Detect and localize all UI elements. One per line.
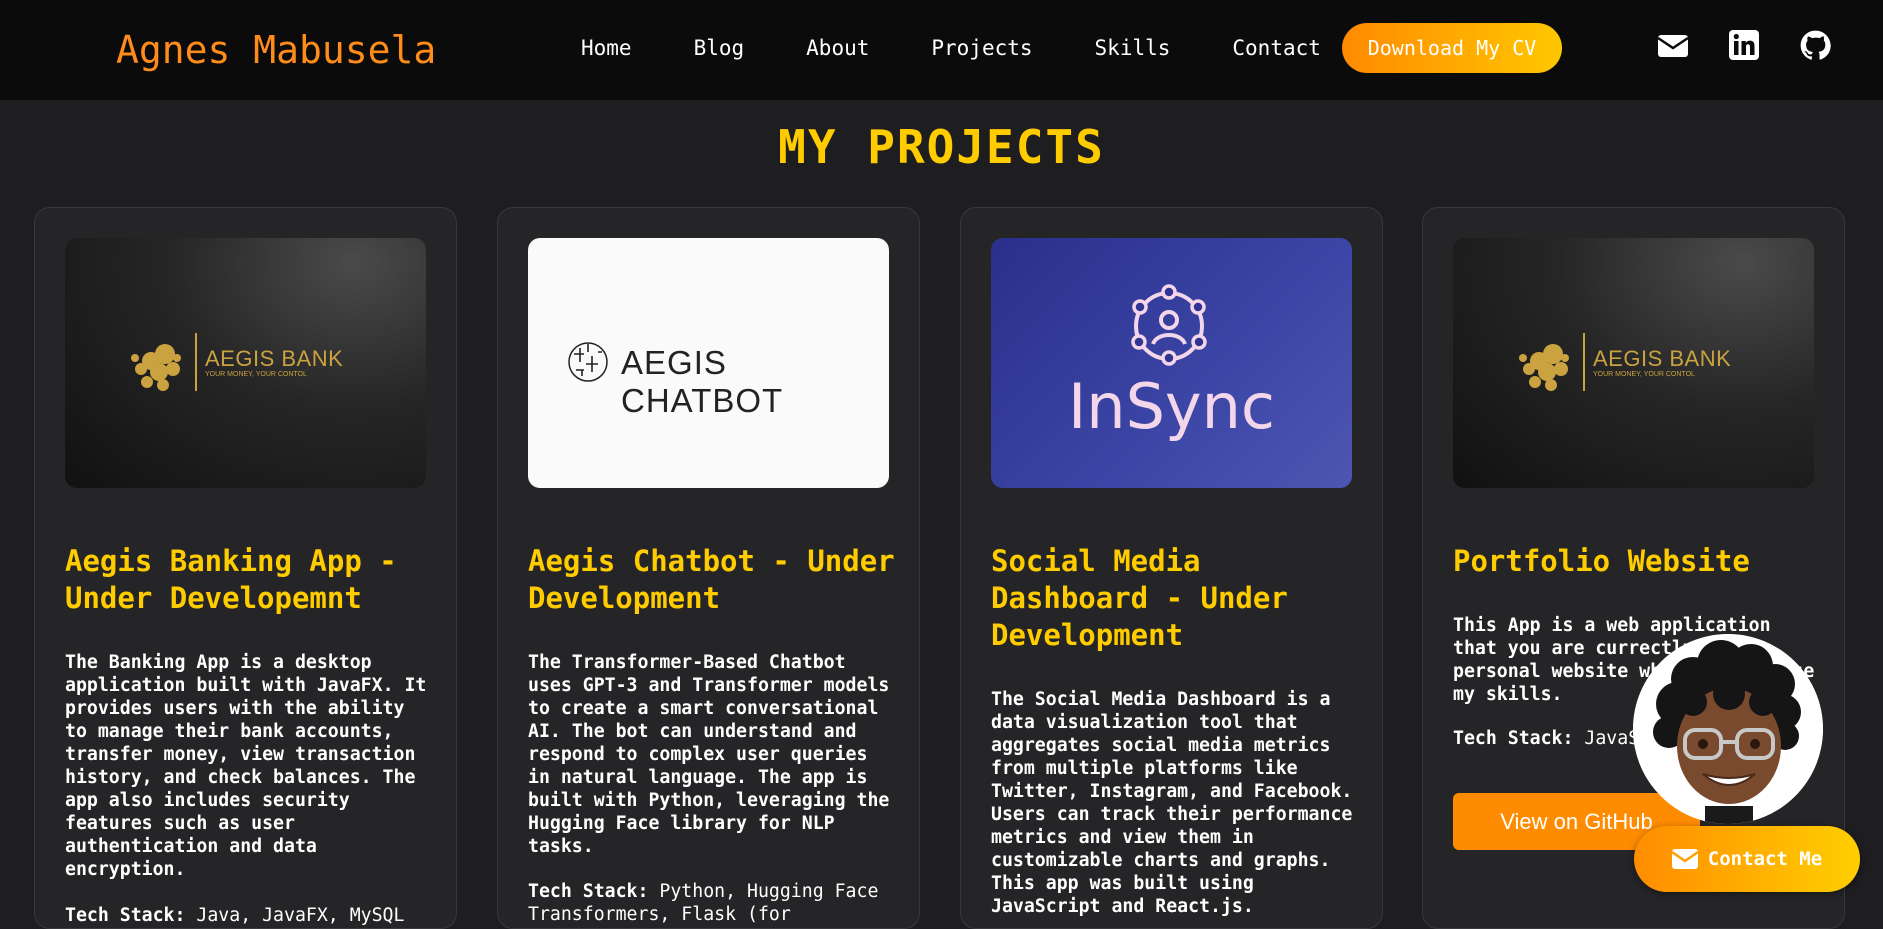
logo-text: AEGIS BANK xyxy=(1593,346,1732,371)
page-title: MY PROJECTS xyxy=(778,120,1105,174)
desc-highlight: GPT-3 xyxy=(582,675,638,696)
desc-text: . xyxy=(1242,896,1254,917)
tech-stack-label: Tech Stack: xyxy=(65,905,186,926)
memoji-avatar-image xyxy=(1633,634,1823,824)
desc-highlight: JavaFX xyxy=(316,675,383,696)
project-card: AEGIS BANK YOUR MONEY, YOUR CONTOL Portf… xyxy=(1422,207,1845,929)
project-title: Portfolio Website xyxy=(1453,544,1750,578)
tech-stack: Tech Stack: Python, Hugging Face Transfo… xyxy=(528,880,893,926)
tech-stack-label: Tech Stack: xyxy=(528,881,649,902)
avatar[interactable] xyxy=(1633,634,1823,824)
project-description: The Social Media Dashboard is a data vis… xyxy=(991,688,1356,918)
linkedin-icon[interactable] xyxy=(1729,30,1759,64)
envelope-icon xyxy=(1671,848,1698,870)
desc-highlight: Transformer xyxy=(692,675,813,696)
project-title: Aegis Banking App - Under Developemnt xyxy=(65,544,397,615)
desc-highlight: React.js xyxy=(1155,896,1243,917)
nav-link-home[interactable]: Home xyxy=(581,36,632,60)
nav-link-projects[interactable]: Projects xyxy=(931,36,1032,60)
project-description: The Banking App is a desktop application… xyxy=(65,651,430,881)
desc-text: . It provides users with the ability to … xyxy=(65,675,427,880)
logo-tagline: YOUR MONEY, YOUR CONTOL xyxy=(1593,371,1695,378)
desc-highlight: Python xyxy=(648,790,715,811)
envelope-icon[interactable] xyxy=(1657,30,1689,66)
desc-highlight: Hugging Face xyxy=(528,813,660,834)
project-card: AEGIS BANK YOUR MONEY, YOUR CONTOL Aegis… xyxy=(34,207,457,929)
project-thumbnail: InSync xyxy=(991,238,1352,488)
brand-name[interactable]: Agnes Mabusela xyxy=(116,28,436,72)
desc-text: , leveraging the xyxy=(714,790,890,811)
desc-text: and xyxy=(637,675,693,696)
contact-me-label: Contact Me xyxy=(1707,848,1823,870)
nav-link-blog[interactable]: Blog xyxy=(694,36,745,60)
project-thumbnail: AEGIS BANK YOUR MONEY, YOUR CONTOL xyxy=(1453,238,1814,488)
nav-menu: Home Blog About Projects Skills Contact xyxy=(581,36,1383,60)
github-icon[interactable] xyxy=(1800,30,1831,65)
navbar: Agnes Mabusela Home Blog About Projects … xyxy=(0,0,1883,100)
tech-stack-value: Java, JavaFX, MySQL xyxy=(196,905,405,926)
project-title: Aegis Chatbot - Under Development xyxy=(528,544,895,615)
logo-text: AEGIS CHATBOT xyxy=(621,344,784,419)
project-card: InSync Social Media Dashboard - Under De… xyxy=(960,207,1383,929)
project-description: The Transformer-Based Chatbot uses GPT-3… xyxy=(528,651,893,858)
project-thumbnail: AEGIS BANK YOUR MONEY, YOUR CONTOL xyxy=(65,238,426,488)
logo-tagline: YOUR MONEY, YOUR CONTOL xyxy=(205,371,307,378)
desc-highlight: JavaScript xyxy=(991,896,1101,917)
project-title: Social Media Dashboard - Under Developme… xyxy=(991,544,1288,652)
network-people-icon xyxy=(1131,284,1207,366)
desc-text: The Social Media Dashboard is a data vis… xyxy=(991,689,1353,894)
tech-stack-label: Tech Stack: xyxy=(1453,728,1574,749)
project-thumbnail: AEGIS CHATBOT xyxy=(528,238,889,488)
tech-stack: Tech Stack: Java, JavaFX, MySQL xyxy=(65,904,430,927)
nav-link-skills[interactable]: Skills xyxy=(1095,36,1171,60)
logo-text: InSync xyxy=(1067,370,1275,443)
contact-me-button[interactable]: Contact Me xyxy=(1634,826,1860,892)
nav-link-about[interactable]: About xyxy=(806,36,869,60)
project-card: AEGIS CHATBOT Aegis Chatbot - Under Deve… xyxy=(497,207,920,929)
nav-link-contact[interactable]: Contact xyxy=(1232,36,1321,60)
download-cv-button[interactable]: Download My CV xyxy=(1342,23,1562,73)
logo-text: AEGIS BANK xyxy=(205,346,344,371)
desc-text: and xyxy=(1100,896,1156,917)
